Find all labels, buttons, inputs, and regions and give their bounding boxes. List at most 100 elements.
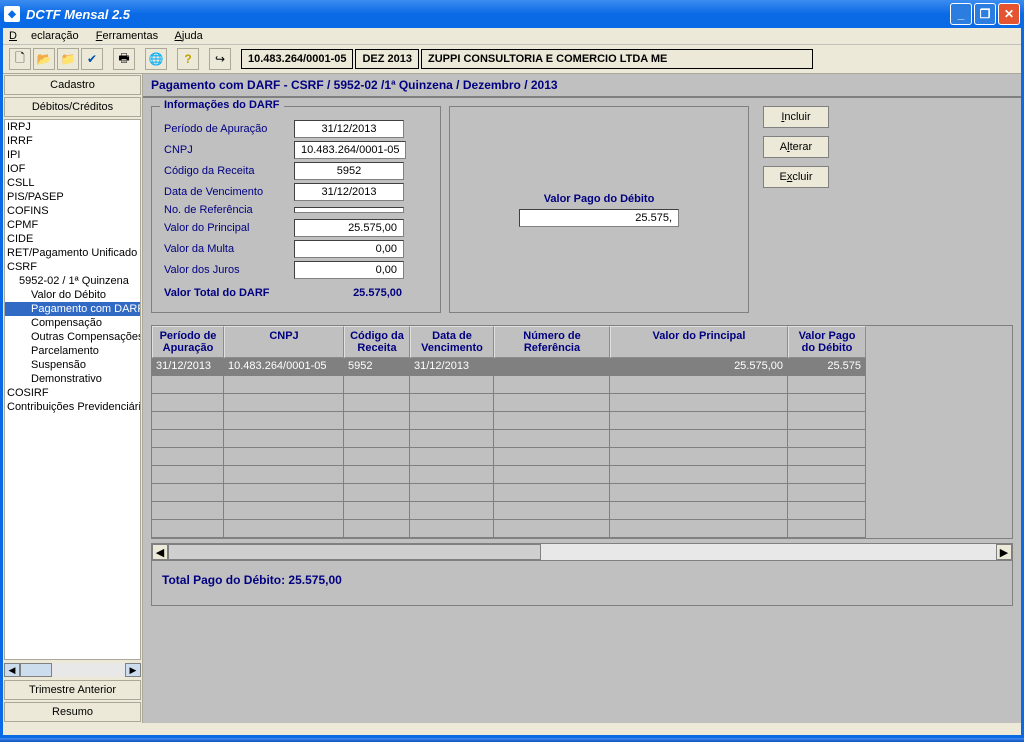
tree-item[interactable]: Parcelamento	[5, 344, 140, 358]
field-principal: 25.575,00	[294, 219, 404, 237]
valor-pago-box: Valor Pago do Débito 25.575,	[449, 106, 749, 313]
incluir-button[interactable]: Incluir	[763, 106, 829, 128]
tree-item[interactable]: CIDE	[5, 232, 140, 246]
tree-item[interactable]: CPMF	[5, 218, 140, 232]
tree-item[interactable]: PIS/PASEP	[5, 190, 140, 204]
tree-item[interactable]: COSIRF	[5, 386, 140, 400]
table-row[interactable]	[152, 484, 1012, 502]
page-title: Pagamento com DARF - CSRF / 5952-02 /1ª …	[143, 74, 1021, 98]
label-referencia: No. de Referência	[164, 204, 284, 216]
new-icon[interactable]: 🗋	[9, 48, 31, 70]
table-row[interactable]	[152, 430, 1012, 448]
field-periodo: 31/12/2013	[294, 120, 404, 138]
app-icon: ◆	[4, 6, 20, 22]
btn-trimestre[interactable]: Trimestre Anterior	[4, 680, 141, 700]
col-referencia[interactable]: Número de Referência	[494, 326, 610, 358]
menu-ajuda[interactable]: Ajuda	[175, 30, 203, 42]
exit-icon[interactable]: ↪	[209, 48, 231, 70]
col-principal[interactable]: Valor do Principal	[610, 326, 788, 358]
fieldset-legend: Informações do DARF	[160, 99, 284, 111]
open-icon[interactable]: 📂	[33, 48, 55, 70]
total-pago-label: Total Pago do Débito: 25.575,00	[151, 561, 1013, 606]
tree-item[interactable]: Demonstrativo	[5, 372, 140, 386]
table-row[interactable]	[152, 412, 1012, 430]
minimize-button[interactable]: _	[950, 3, 972, 25]
grid-scrollbar[interactable]: ◀ ▶	[151, 543, 1013, 561]
tree-item[interactable]: Pagamento com DARF	[5, 302, 140, 316]
tree-item[interactable]: Contribuições Previdenciárias	[5, 400, 140, 414]
col-cnpj[interactable]: CNPJ	[224, 326, 344, 358]
field-referencia	[294, 207, 404, 213]
col-valor-pago[interactable]: Valor Pago do Débito	[788, 326, 866, 358]
valor-pago-label: Valor Pago do Débito	[519, 193, 679, 205]
excluir-button[interactable]: Excluir	[763, 166, 829, 188]
scroll-right-icon[interactable]: ▶	[996, 544, 1012, 560]
toolbar: 🗋 📂 📁 ✔ 🖶 🌐 ? ↪ 10.483.264/0001-05 DEZ 2…	[3, 45, 1021, 74]
value-total: 25.575,00	[314, 285, 404, 301]
tree-item[interactable]: Suspensão	[5, 358, 140, 372]
maximize-button[interactable]: ❐	[974, 3, 996, 25]
tree-scrollbar[interactable]: ◀ ▶	[4, 662, 141, 678]
tree-item[interactable]: CSLL	[5, 176, 140, 190]
table-row[interactable]	[152, 502, 1012, 520]
field-cnpj: 10.483.264/0001-05	[294, 141, 406, 159]
tree-item[interactable]: Compensação	[5, 316, 140, 330]
table-row[interactable]	[152, 376, 1012, 394]
field-codigo: 5952	[294, 162, 404, 180]
scroll-right-icon[interactable]: ▶	[125, 663, 141, 677]
tree-item[interactable]: Outras Compensações	[5, 330, 140, 344]
btn-resumo[interactable]: Resumo	[4, 702, 141, 722]
globe-icon[interactable]: 🌐	[145, 48, 167, 70]
col-vencimento[interactable]: Data de Vencimento	[410, 326, 494, 358]
menubar: Declaração Ferramentas Ajuda	[3, 28, 1021, 45]
tax-tree[interactable]: IRPJIRRFIPIIOFCSLLPIS/PASEPCOFINSCPMFCID…	[4, 119, 141, 660]
tree-item[interactable]: 5952-02 / 1ª Quinzena	[5, 274, 140, 288]
label-vencimento: Data de Vencimento	[164, 186, 284, 198]
main-panel: Pagamento com DARF - CSRF / 5952-02 /1ª …	[143, 74, 1021, 723]
taskbar	[0, 738, 1024, 742]
col-codigo[interactable]: Código da Receita	[344, 326, 410, 358]
menu-declaracao[interactable]: Declaração	[9, 30, 79, 42]
tree-item[interactable]: COFINS	[5, 204, 140, 218]
label-juros: Valor dos Juros	[164, 264, 284, 276]
toolbar-periodo: DEZ 2013	[355, 49, 419, 69]
print-icon[interactable]: 🖶	[113, 48, 135, 70]
close-button[interactable]: ✕	[998, 3, 1020, 25]
table-row[interactable]	[152, 394, 1012, 412]
toolbar-empresa: ZUPPI CONSULTORIA E COMERCIO LTDA ME	[421, 49, 813, 69]
tree-item[interactable]: RET/Pagamento Unificado	[5, 246, 140, 260]
tree-item[interactable]: Valor do Débito	[5, 288, 140, 302]
tree-item[interactable]: IRRF	[5, 134, 140, 148]
label-cnpj: CNPJ	[164, 144, 284, 156]
field-vencimento: 31/12/2013	[294, 183, 404, 201]
tree-item[interactable]: IOF	[5, 162, 140, 176]
field-juros: 0,00	[294, 261, 404, 279]
check-icon[interactable]: ✔	[81, 48, 103, 70]
help-icon[interactable]: ?	[177, 48, 199, 70]
scroll-left-icon[interactable]: ◀	[4, 663, 20, 677]
btn-cadastro[interactable]: Cadastro	[4, 75, 141, 95]
alterar-button[interactable]: Alterar	[763, 136, 829, 158]
label-multa: Valor da Multa	[164, 243, 284, 255]
table-row[interactable]	[152, 520, 1012, 538]
label-periodo: Período de Apuração	[164, 123, 284, 135]
folder-icon[interactable]: 📁	[57, 48, 79, 70]
table-row[interactable]	[152, 448, 1012, 466]
darf-info-fieldset: Informações do DARF Período de Apuração3…	[151, 106, 441, 313]
menu-ferramentas[interactable]: Ferramentas	[96, 30, 158, 42]
label-total: Valor Total do DARF	[164, 287, 304, 299]
field-multa: 0,00	[294, 240, 404, 258]
toolbar-cnpj: 10.483.264/0001-05	[241, 49, 353, 69]
tree-item[interactable]: IRPJ	[5, 120, 140, 134]
tree-item[interactable]: CSRF	[5, 260, 140, 274]
payments-grid[interactable]: Período de Apuração CNPJ Código da Recei…	[151, 325, 1013, 539]
left-panel: Cadastro Débitos/Créditos IRPJIRRFIPIIOF…	[3, 74, 143, 723]
table-row[interactable]	[152, 466, 1012, 484]
tree-item[interactable]: IPI	[5, 148, 140, 162]
table-row[interactable]: 31/12/2013 10.483.264/0001-05 5952 31/12…	[152, 358, 1012, 376]
btn-debitos[interactable]: Débitos/Créditos	[4, 97, 141, 117]
col-periodo[interactable]: Período de Apuração	[152, 326, 224, 358]
label-principal: Valor do Principal	[164, 222, 284, 234]
titlebar: ◆ DCTF Mensal 2.5 _ ❐ ✕	[0, 0, 1024, 28]
scroll-left-icon[interactable]: ◀	[152, 544, 168, 560]
